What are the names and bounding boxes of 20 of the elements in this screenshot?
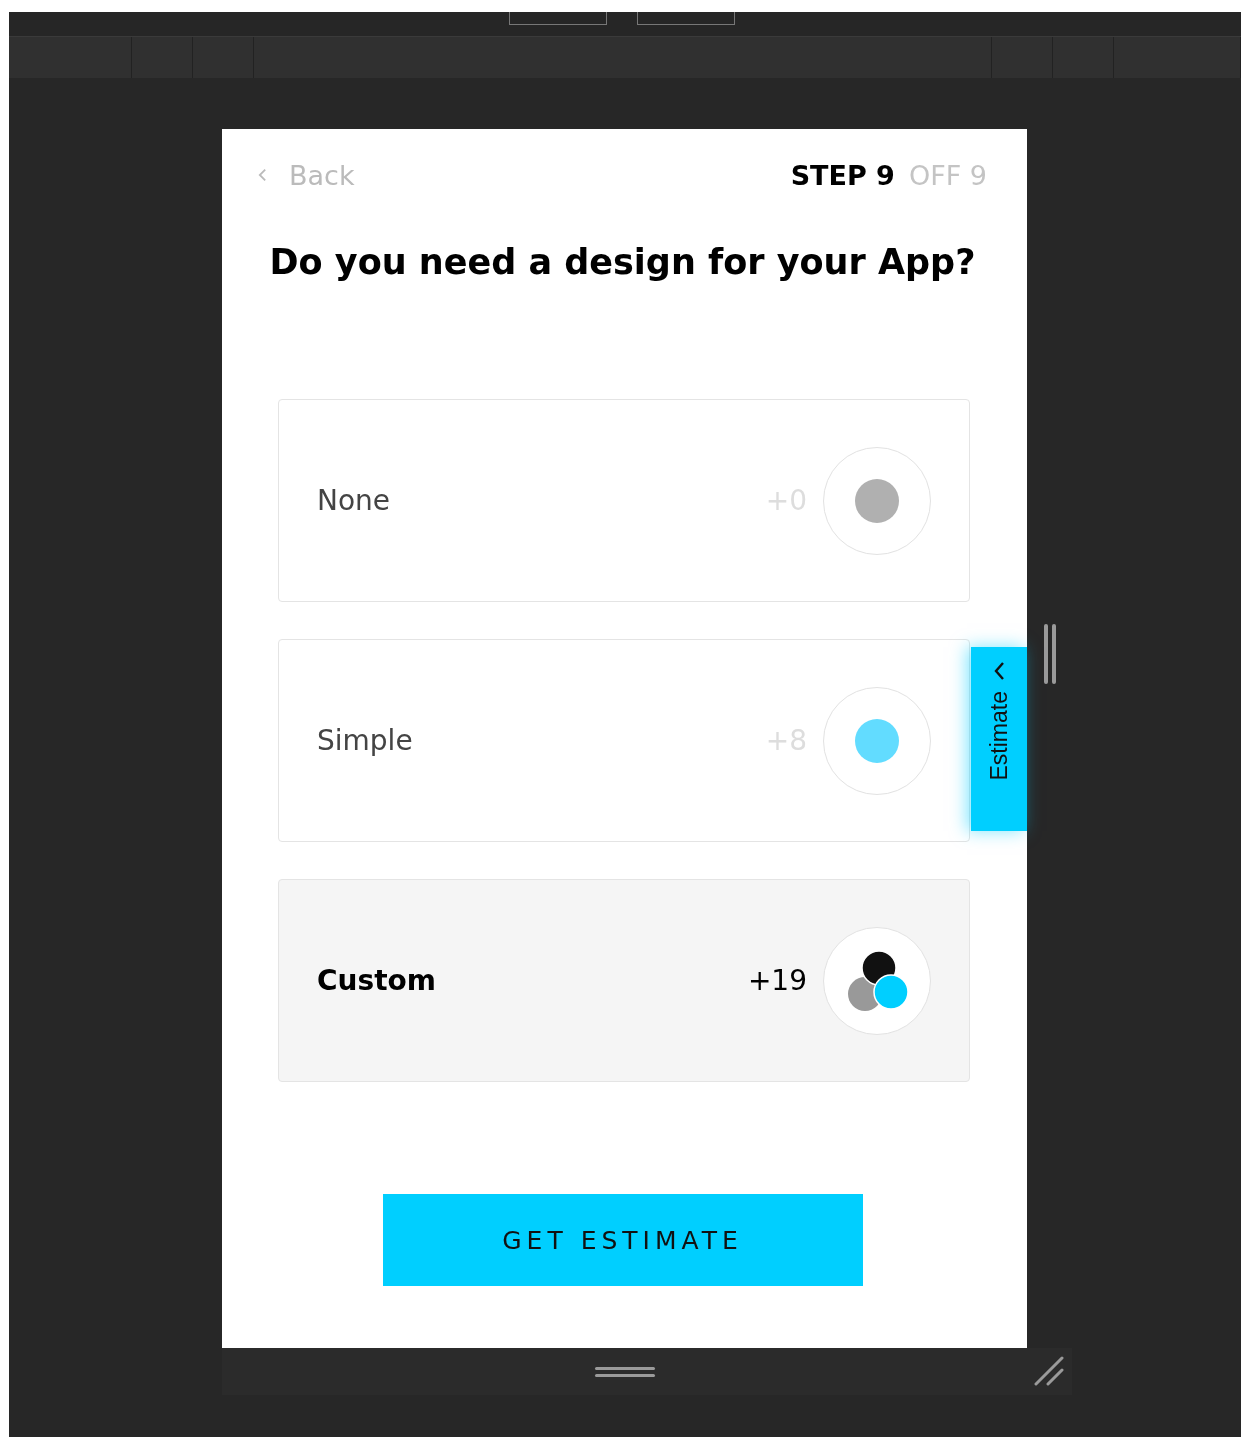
chevron-left-icon [258, 167, 267, 183]
resize-corner-icon[interactable] [1034, 1356, 1064, 1386]
estimate-tab[interactable]: Estimate [971, 647, 1027, 831]
dot-icon [854, 477, 900, 524]
option-label: Custom [317, 964, 437, 997]
get-estimate-button[interactable]: GET ESTIMATE [382, 1194, 863, 1286]
question-title: Do you need a design for your App? [268, 241, 977, 283]
option-label: None [317, 484, 392, 517]
chevron-left-icon [993, 661, 1005, 681]
dot-icon [854, 717, 900, 764]
step-counter: STEP 9 [790, 159, 895, 191]
toolbar-field[interactable] [637, 12, 735, 25]
overlapping-circles-icon [845, 949, 909, 1012]
toolbar-field[interactable] [509, 12, 607, 25]
option-price: +19 [747, 964, 807, 997]
step-total: OFF 9 [908, 159, 987, 191]
option-card[interactable]: Custom +19 [278, 879, 970, 1082]
resize-handle-icon[interactable] [1041, 622, 1058, 685]
drag-handle-icon[interactable] [593, 1364, 656, 1379]
option-label: Simple [317, 724, 414, 757]
